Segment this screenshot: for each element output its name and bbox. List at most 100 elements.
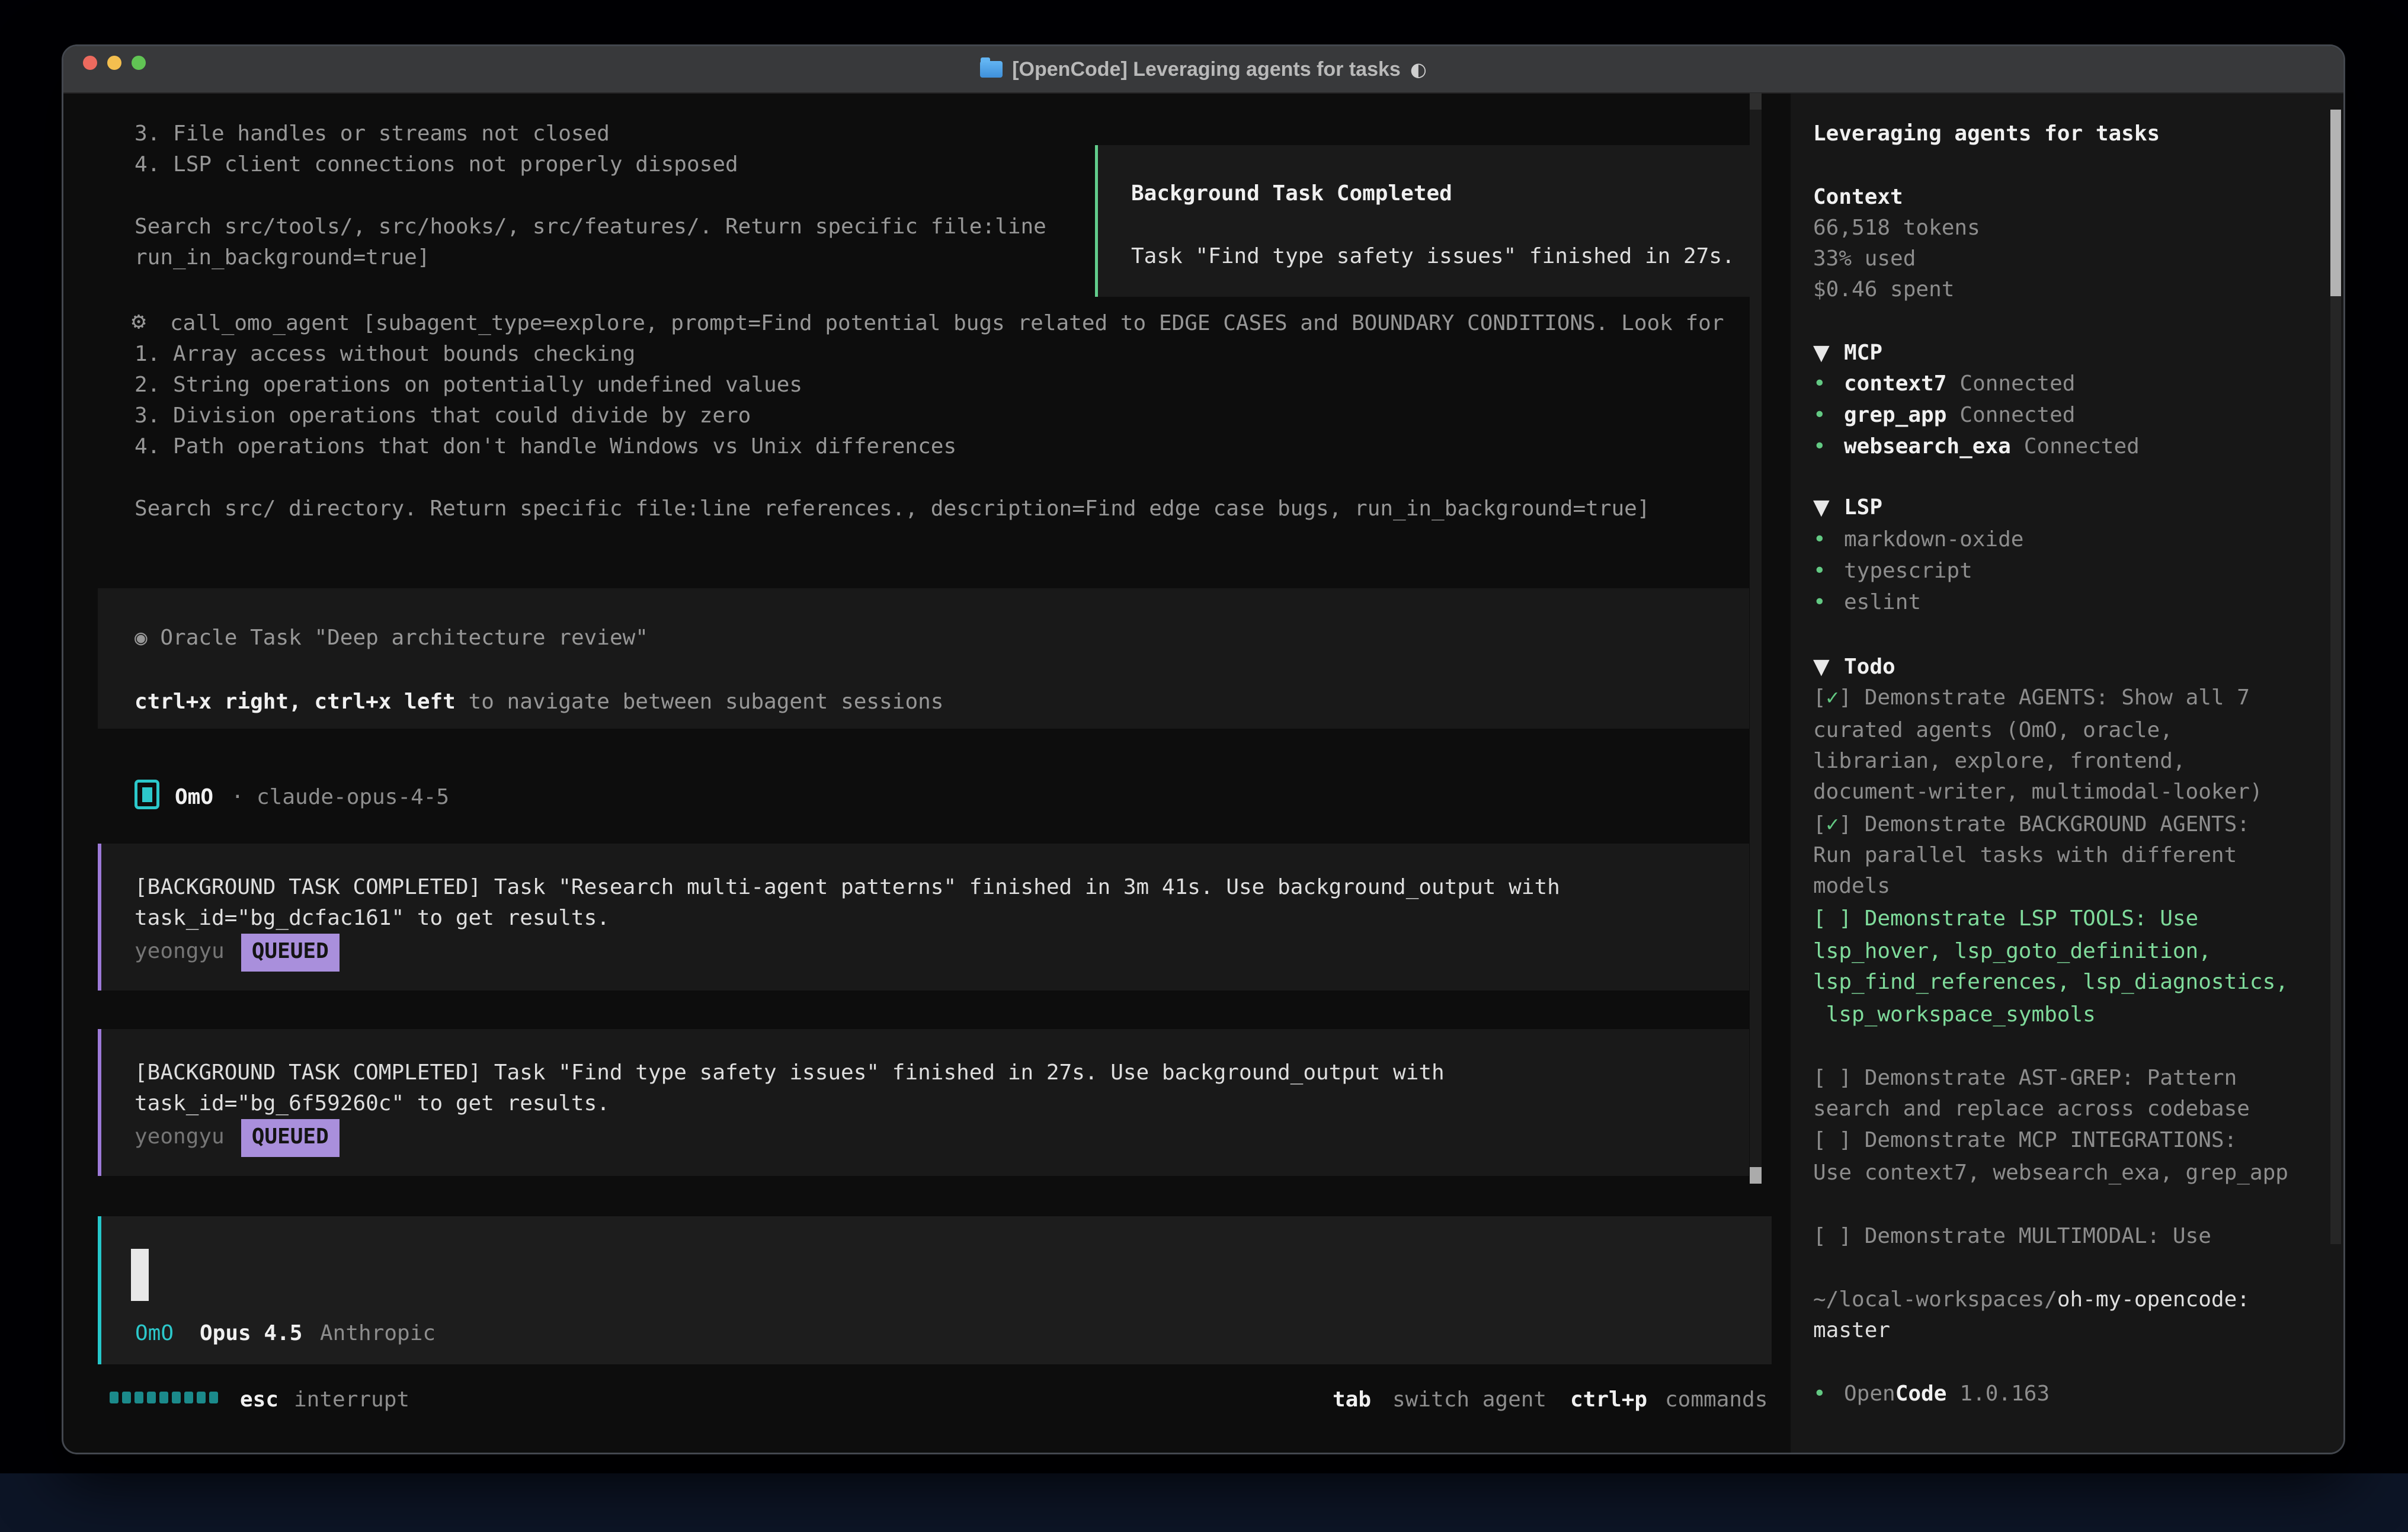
task-message: [BACKGROUND TASK COMPLETED] Task "Resear… xyxy=(98,844,1749,991)
task-message-line: [BACKGROUND TASK COMPLETED] Task "Find t… xyxy=(135,1057,1445,1088)
ctrlp-key-label: commands xyxy=(1665,1384,1767,1415)
mcp-item: •grep_appConnected xyxy=(1813,400,2075,431)
subagent-nav-hint: ctrl+x right, ctrl+x left to navigate be… xyxy=(135,687,943,717)
desktop-background xyxy=(0,1473,2408,1532)
oracle-task-box: ◉ Oracle Task "Deep architecture review"… xyxy=(98,588,1749,729)
hint-keys: ctrl+x right, ctrl+x left xyxy=(135,690,456,714)
terminal-line: 3. File handles or streams not closed xyxy=(135,118,610,149)
task-user: yeongyu xyxy=(135,1124,225,1149)
window-title: [OpenCode] Leveraging agents for tasks xyxy=(1012,58,1401,81)
terminal-line: 4. LSP client connections not properly d… xyxy=(135,149,738,180)
status-dot-icon: • xyxy=(1813,368,1844,399)
agent-name: OmO xyxy=(175,782,213,813)
hint-text: to navigate between subagent sessions xyxy=(456,690,944,714)
sidebar-scrollbar[interactable] xyxy=(2330,110,2341,1244)
agent-model: claude-opus-4-5 xyxy=(257,782,449,813)
terminal-line: 3. Division operations that could divide… xyxy=(135,400,751,431)
half-moon-icon: ◐ xyxy=(1410,58,1427,81)
mcp-section-header[interactable]: ▼MCP xyxy=(1813,338,1882,368)
todo-item-done: [✓] Demonstrate AGENTS: Show all 7 xyxy=(1813,682,2250,713)
minimize-button[interactable] xyxy=(107,56,121,70)
todo-item-line: lsp_workspace_symbols xyxy=(1813,999,2096,1030)
workspace-path: ~/local-workspaces/oh-my-opencode: xyxy=(1813,1284,2250,1315)
todo-item-line: lsp_find_references, lsp_diagnostics, xyxy=(1813,967,2288,998)
lsp-item: •markdown-oxide xyxy=(1813,524,2023,555)
toast-title: Background Task Completed xyxy=(1131,178,1452,209)
fisheye-icon: ◉ xyxy=(135,626,148,650)
context-tokens: 66,518 tokens xyxy=(1813,213,1980,243)
todo-item-pending: [ ] Demonstrate MCP INTEGRATIONS: xyxy=(1813,1125,2237,1156)
sidebar: Leveraging agents for tasks Context 66,5… xyxy=(1791,94,2343,1453)
status-dot-icon: • xyxy=(1813,524,1844,555)
task-user: yeongyu xyxy=(135,939,225,963)
context-spent: $0.46 spent xyxy=(1813,274,1954,305)
chevron-down-icon: ▼ xyxy=(1813,652,1844,682)
task-message-meta: yeongyu QUEUED xyxy=(135,934,340,972)
status-dot-icon: • xyxy=(1813,1379,1844,1409)
status-dot-icon: • xyxy=(1813,400,1844,431)
todo-item-line: search and replace across codebase xyxy=(1813,1094,2250,1124)
terminal-scrollbar[interactable] xyxy=(1750,93,1762,1184)
task-message-line: task_id="bg_dcfac161" to get results. xyxy=(135,903,610,934)
task-message-meta: yeongyu QUEUED xyxy=(135,1119,340,1157)
workspace-branch: master xyxy=(1813,1315,1890,1346)
terminal-line: Search src/tools/, src/hooks/, src/featu… xyxy=(135,211,1046,242)
terminal-line: Search src/ directory. Return specific f… xyxy=(135,493,1650,524)
queued-badge: QUEUED xyxy=(241,1119,340,1157)
todo-item-line: curated agents (OmO, oracle, xyxy=(1813,715,2173,746)
lsp-item: •eslint xyxy=(1813,587,1921,618)
todo-item-line: Run parallel tasks with different xyxy=(1813,840,2237,871)
terminal-line: run_in_background=true] xyxy=(135,242,430,273)
check-icon: ✓ xyxy=(1826,812,1839,836)
check-icon: ✓ xyxy=(1826,685,1839,710)
spinner-dots xyxy=(110,1392,218,1403)
prompt-input[interactable]: OmO Opus 4.5 Anthropic xyxy=(98,1216,1772,1364)
folder-icon xyxy=(980,61,1003,78)
status-dot-icon: • xyxy=(1813,587,1844,618)
toast-body: Task "Find type safety issues" finished … xyxy=(1131,241,1735,272)
lsp-item: •typescript xyxy=(1813,556,1972,586)
terminal-scrollbar-thumb[interactable] xyxy=(1750,1167,1762,1184)
tab-key-hint: tab xyxy=(1333,1384,1371,1415)
oracle-task-line: ◉ Oracle Task "Deep architecture review" xyxy=(135,623,648,653)
agent-icon-fill xyxy=(142,787,152,802)
ctrlp-key-hint: ctrl+p xyxy=(1570,1384,1647,1415)
session-title: Leveraging agents for tasks xyxy=(1813,118,2160,149)
todo-item-pending: [ ] Demonstrate MULTIMODAL: Use xyxy=(1813,1221,2211,1252)
gear-icon: ⚙ xyxy=(132,306,146,336)
zoom-button[interactable] xyxy=(132,56,146,70)
opencode-version: •OpenCode1.0.163 xyxy=(1813,1379,2050,1409)
todo-item-line: Use context7, websearch_exa, grep_app xyxy=(1813,1158,2288,1188)
sidebar-scrollbar-thumb[interactable] xyxy=(2330,110,2341,296)
todo-item-pending: [ ] Demonstrate AST-GREP: Pattern xyxy=(1813,1063,2237,1094)
input-provider-name: Anthropic xyxy=(320,1318,436,1349)
screen: [OpenCode] Leveraging agents for tasks ◐… xyxy=(0,0,2408,1532)
todo-section-header[interactable]: ▼Todo xyxy=(1813,652,1895,682)
task-message-line: task_id="bg_6f59260c" to get results. xyxy=(135,1088,610,1119)
mcp-item: •websearch_exaConnected xyxy=(1813,431,2140,462)
window-title-group: [OpenCode] Leveraging agents for tasks ◐ xyxy=(980,58,1427,81)
input-model-name: Opus 4.5 xyxy=(200,1318,302,1349)
status-dot-icon: • xyxy=(1813,556,1844,586)
text-cursor xyxy=(131,1249,149,1301)
esc-key-hint: esc xyxy=(240,1384,278,1415)
close-button[interactable] xyxy=(83,56,97,70)
todo-item-done: [✓] Demonstrate BACKGROUND AGENTS: xyxy=(1813,809,2250,840)
status-dot-icon: • xyxy=(1813,431,1844,462)
agent-icon xyxy=(135,780,159,809)
opencode-window: [OpenCode] Leveraging agents for tasks ◐… xyxy=(62,44,2345,1454)
title-bar: [OpenCode] Leveraging agents for tasks ◐ xyxy=(63,46,2343,94)
todo-item-line: lsp_hover, lsp_goto_definition, xyxy=(1813,936,2211,967)
traffic-lights xyxy=(83,56,146,70)
tool-call-line: call_omo_agent [subagent_type=explore, p… xyxy=(170,308,1724,339)
terminal-line: 4. Path operations that don't handle Win… xyxy=(135,431,956,462)
chevron-down-icon: ▼ xyxy=(1813,338,1844,368)
lsp-section-header[interactable]: ▼LSP xyxy=(1813,492,1882,523)
todo-item-line: librarian, explore, frontend, xyxy=(1813,746,2186,777)
terminal-line: 1. Array access without bounds checking xyxy=(135,339,635,370)
context-heading: Context xyxy=(1813,182,1903,213)
todo-item-line: models xyxy=(1813,871,1890,902)
queued-badge: QUEUED xyxy=(241,934,340,972)
tab-key-label: switch agent xyxy=(1392,1384,1546,1415)
terminal-line: 2. String operations on potentially unde… xyxy=(135,370,802,400)
